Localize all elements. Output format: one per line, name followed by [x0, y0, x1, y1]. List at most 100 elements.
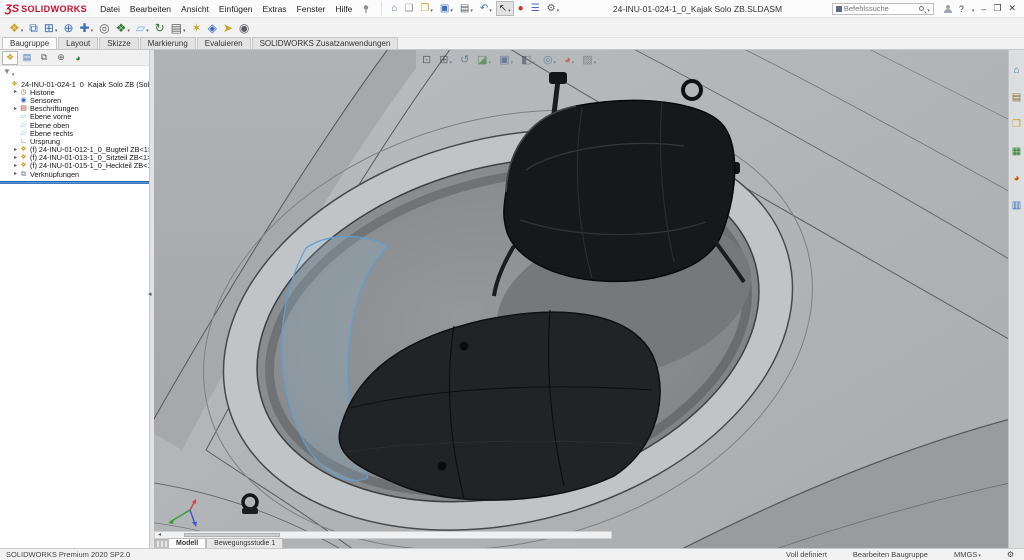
constraint-status[interactable]: Voll definiert: [786, 550, 827, 559]
tree-item-sensoren[interactable]: ◉ Sensoren: [0, 96, 149, 104]
display-style-button[interactable]: ◧: [521, 51, 535, 69]
expand-arrow-icon[interactable]: ▸: [12, 147, 19, 153]
taskpane-design-library-tab[interactable]: ▤: [1012, 87, 1021, 105]
tree-item-ebene-vorne[interactable]: ▱ Ebene vorne: [0, 113, 149, 121]
show-hidden-components-button[interactable]: ◎: [96, 19, 112, 37]
open-button[interactable]: ❐: [417, 1, 435, 16]
dropdown-caret-icon[interactable]: [531, 51, 535, 69]
tab-markierung[interactable]: Markierung: [140, 37, 196, 49]
expand-arrow-icon[interactable]: ▸: [12, 171, 19, 177]
expand-arrow-icon[interactable]: ▸: [12, 89, 19, 95]
edit-mode-status[interactable]: Bearbeiten Baugruppe: [853, 550, 928, 559]
dropdown-caret-icon[interactable]: [593, 51, 597, 69]
move-component-button[interactable]: ✚: [77, 19, 97, 37]
dimxpertmanager-tab[interactable]: ⊕: [53, 51, 69, 65]
tree-item-ursprung[interactable]: ∟ Ursprung: [0, 137, 149, 145]
dropdown-caret-icon[interactable]: [469, 4, 473, 14]
edit-appearance-button[interactable]: ◕: [564, 51, 574, 69]
smart-fasteners-button[interactable]: ⊕: [60, 19, 76, 37]
panel-collapse-icon[interactable]: ◂: [148, 290, 152, 298]
assembly-features-button[interactable]: ❖: [113, 19, 133, 37]
tree-item-verknuepfungen[interactable]: ▸ ⧉ Verknüpfungen: [0, 170, 149, 178]
minimize-button[interactable]: –: [981, 4, 986, 14]
expand-arrow-icon[interactable]: ▸: [12, 155, 19, 161]
insert-components-button[interactable]: ❖: [6, 19, 26, 37]
options-button[interactable]: ⚙: [544, 1, 562, 16]
menu-bearbeiten[interactable]: Bearbeiten: [125, 2, 176, 16]
dropdown-caret-icon[interactable]: [556, 4, 560, 14]
dropdown-caret-icon[interactable]: [126, 19, 130, 37]
user-account-icon[interactable]: [944, 5, 952, 13]
expand-arrow-icon[interactable]: ▸: [12, 106, 19, 112]
tree-item-beschriftungen[interactable]: ▸ ▤ Beschriftungen: [0, 105, 149, 113]
tree-item-root[interactable]: ❖ 24-INU-01-024-1_0_Kajak Solo ZB (Solo …: [0, 80, 149, 88]
zoom-fit-button[interactable]: ⊡: [422, 55, 431, 66]
dropdown-caret-icon[interactable]: [448, 51, 452, 69]
new-document-button[interactable]: ❏: [401, 1, 416, 16]
rebuild-button[interactable]: ●: [515, 1, 527, 16]
undo-button[interactable]: ↶: [477, 1, 495, 16]
pin-icon[interactable]: [361, 4, 371, 14]
dropdown-caret-icon[interactable]: [20, 19, 24, 37]
menu-extras[interactable]: Extras: [257, 2, 291, 16]
status-options-icon[interactable]: ⚙: [1007, 550, 1014, 559]
taskpane-home-tab[interactable]: ⌂: [1013, 60, 1019, 78]
taskpane-custom-properties-tab[interactable]: ▥: [1012, 195, 1021, 213]
menu-einfuegen[interactable]: Einfügen: [214, 2, 258, 16]
search-caret-icon[interactable]: [926, 4, 930, 14]
unit-system-selector[interactable]: MMGS: [954, 550, 981, 559]
command-search[interactable]: [832, 3, 934, 15]
new-motion-study-button[interactable]: ↻: [152, 19, 168, 37]
hide-show-items-button[interactable]: ◎: [543, 51, 556, 69]
reference-geometry-button[interactable]: ▱: [133, 19, 152, 37]
tab-baugruppe[interactable]: Baugruppe: [2, 37, 57, 49]
apply-scene-button[interactable]: ▨: [582, 51, 596, 69]
dropdown-caret-icon[interactable]: [977, 550, 981, 559]
restore-button[interactable]: ❐: [993, 3, 1001, 14]
model-tab[interactable]: Modell: [168, 538, 206, 548]
motion-study-tab[interactable]: Bewegungsstudie 1: [206, 538, 283, 548]
view-orientation-button[interactable]: ▣: [499, 51, 513, 69]
taskpane-appearances-tab[interactable]: ◕: [1013, 168, 1019, 186]
dropdown-caret-icon[interactable]: [90, 19, 94, 37]
home-button[interactable]: ⌂: [388, 1, 400, 16]
tree-item-historie[interactable]: ▸ ◷ Historie: [0, 88, 149, 96]
dropdown-caret-icon[interactable]: [510, 51, 514, 69]
tab-evaluieren[interactable]: Evaluieren: [197, 37, 251, 49]
menu-hilfe[interactable]: Hilfe: [330, 2, 357, 16]
tab-solidworks-zusatzanwendungen[interactable]: SOLIDWORKS Zusatzanwendungen: [252, 37, 399, 49]
zoom-area-button[interactable]: ⊞: [439, 51, 452, 69]
instant3d-button[interactable]: ◈: [205, 19, 220, 37]
displaymanager-tab[interactable]: ◕: [70, 51, 86, 65]
linear-component-pattern-button[interactable]: ⊞: [41, 19, 61, 37]
tree-item-sitzteil[interactable]: ▸ ❖ (f) 24-INU-01-013-1_0_Sitzteil ZB<1>…: [0, 154, 149, 162]
close-button[interactable]: ✕: [1008, 3, 1016, 14]
previous-view-button[interactable]: ↺: [460, 55, 469, 66]
command-search-input[interactable]: [844, 4, 917, 13]
dropdown-caret-icon[interactable]: [488, 4, 492, 14]
take-snapshot-button[interactable]: ◉: [236, 19, 252, 37]
scroll-left-icon[interactable]: ◂: [155, 532, 164, 538]
dropdown-caret-icon[interactable]: [553, 51, 557, 69]
taskpane-view-palette-tab[interactable]: ▦: [1012, 141, 1021, 159]
menu-ansicht[interactable]: Ansicht: [176, 2, 214, 16]
configurationmanager-tab[interactable]: ⧉: [36, 51, 52, 65]
tree-item-ebene-oben[interactable]: ▱ Ebene oben: [0, 121, 149, 129]
rollback-bar[interactable]: [0, 181, 149, 184]
update-speedpak-button[interactable]: ➤: [220, 19, 236, 37]
tab-skizze[interactable]: Skizze: [99, 37, 139, 49]
graphics-viewport[interactable]: ⊡ ⊞ ↺ ◪: [154, 50, 1008, 548]
file-properties-button[interactable]: ☰: [528, 1, 543, 16]
filter-funnel-icon[interactable]: ▼: [3, 68, 11, 76]
menu-fenster[interactable]: Fenster: [292, 2, 331, 16]
dropdown-caret-icon[interactable]: [571, 51, 575, 69]
dropdown-caret-icon[interactable]: [145, 19, 149, 37]
search-icon[interactable]: [919, 6, 924, 11]
exploded-view-button[interactable]: ✶: [189, 19, 205, 37]
scrollbar-thumb[interactable]: [184, 533, 280, 537]
select-button[interactable]: ↖: [496, 1, 514, 16]
expand-arrow-icon[interactable]: ▸: [12, 163, 19, 169]
dropdown-caret-icon[interactable]: [182, 19, 186, 37]
print-button[interactable]: ▤: [457, 1, 476, 16]
taskpane-file-explorer-tab[interactable]: ❐: [1012, 114, 1021, 132]
